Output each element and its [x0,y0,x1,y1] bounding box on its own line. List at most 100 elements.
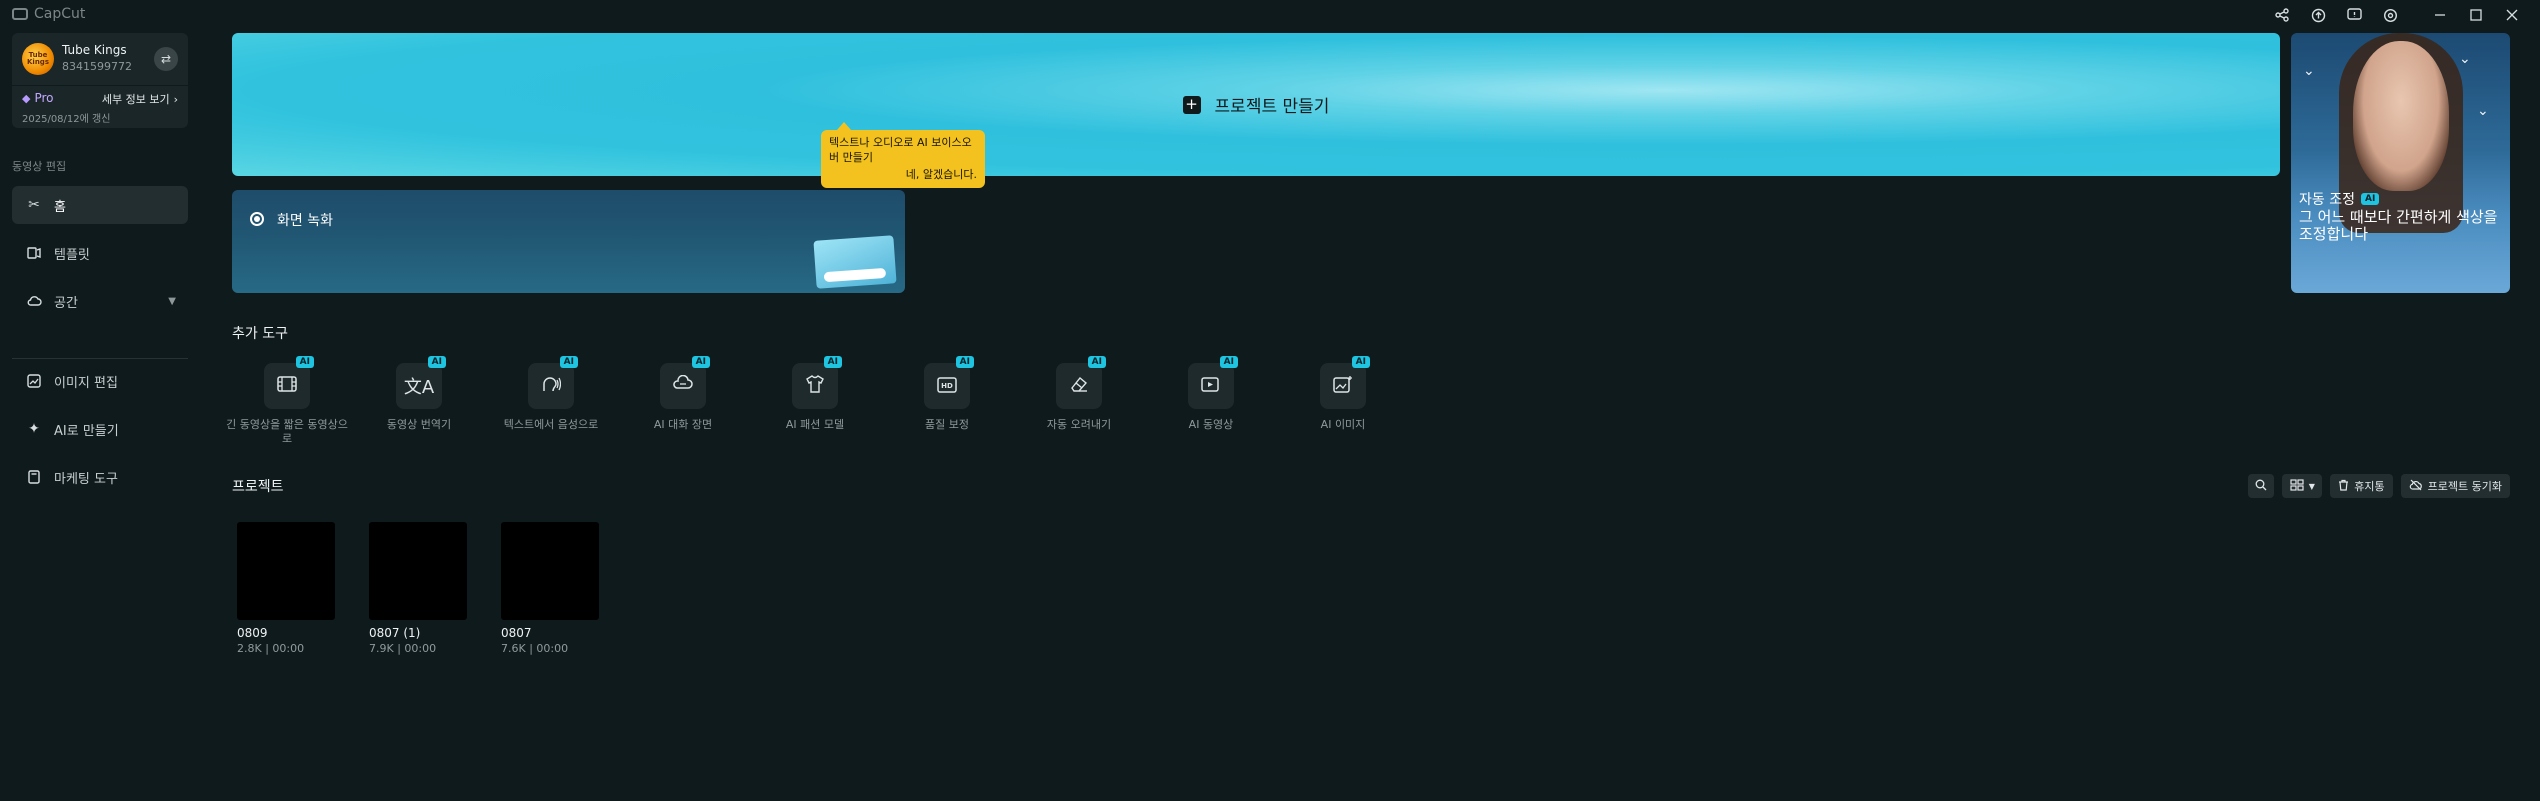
project-thumbnail[interactable] [237,522,335,620]
sidebar-item-templates[interactable]: 템플릿 [12,234,188,272]
sidebar-divider [12,358,188,359]
tool-icon-box[interactable]: AI [528,356,578,409]
plan-badge: ◆ Pro [22,91,54,105]
project-card[interactable]: 0807 7.6K | 00:00 [501,522,599,655]
record-icon [250,212,264,226]
ai-badge: AI [559,356,578,368]
feedback-icon[interactable] [2336,0,2372,30]
renew-date: 2025/08/12에 갱신 [22,114,111,125]
tool-ai-dialog-scene[interactable]: AI AI 대화 장면 [618,356,748,432]
tool-icon-box[interactable]: AI [1056,356,1106,409]
tool-text-to-speech[interactable]: AI 텍스트에서 음성으로 [486,356,616,432]
shirt-icon [805,374,825,398]
tool-label: 품질 보정 [925,418,969,431]
film-icon [277,374,297,398]
tool-icon-box[interactable]: AI 文A [396,356,446,409]
project-card[interactable]: 0809 2.8K | 00:00 [237,522,335,655]
settings-icon[interactable] [2372,0,2408,30]
project-meta: 7.6K | 00:00 [501,642,569,655]
project-meta: 2.8K | 00:00 [237,642,305,655]
tool-ai-image[interactable]: AI AI 이미지 [1278,356,1408,432]
tools-title: 추가 도구 [232,326,288,342]
tooltip-ok-button[interactable]: 네, 알겠습니다. [906,168,977,183]
chevron-down-icon[interactable]: ▼ [168,296,176,307]
scissors-icon: ✂ [28,197,40,213]
maximize-icon[interactable] [2458,0,2494,30]
avatar-text: Tube Kings [27,51,49,66]
project-thumbnail[interactable] [369,522,467,620]
view-toggle-button[interactable]: ▼ [2282,474,2323,498]
tool-auto-cutout[interactable]: AI 자동 오려내기 [1014,356,1144,432]
sync-projects-button[interactable]: 프로젝트 동기화 [2400,474,2510,498]
tool-icon-box[interactable]: AI [264,356,314,409]
tool-icon-box[interactable]: AI [1188,356,1238,409]
sidebar-item-ai-create[interactable]: ✦ AI로 만들기 [12,410,188,448]
plan-label: Pro [34,91,54,105]
tool-quality-enhance[interactable]: AI HD 품질 보정 [882,356,1012,432]
project-name: 0807 [501,626,532,640]
minimize-icon[interactable] [2422,0,2458,30]
tool-label: AI 패션 모델 [785,418,845,431]
tool-label: 동영상 번역기 [386,418,452,431]
sidebar-item-space[interactable]: 공간 ▼ [12,282,188,320]
video-play-icon [1201,374,1221,398]
tool-icon-box[interactable]: AI [660,356,710,409]
create-project-banner[interactable]: + 프로젝트 만들기 [232,33,2280,176]
upload-icon[interactable] [2300,0,2336,30]
record-illustration [813,235,897,289]
screen-record-banner[interactable]: 화면 녹화 [232,190,905,293]
sidebar-item-image-edit[interactable]: 이미지 편집 [12,362,188,400]
tool-label: 긴 동영상을 짧은 동영상으로 [226,418,348,446]
view-details-link[interactable]: 세부 정보 보기 › [102,91,178,107]
sidebar-item-home[interactable]: ✂ 홈 [12,186,188,224]
close-icon[interactable] [2494,0,2530,30]
chevron-down-icon: ▼ [2308,481,2315,491]
sidebar-item-marketing[interactable]: 마케팅 도구 [12,458,188,496]
tool-ai-video[interactable]: AI AI 동영상 [1146,356,1276,432]
app-logo: CapCut [12,6,85,22]
ai-badge: AI [691,356,710,368]
project-name: 0809 [237,626,268,640]
search-button[interactable] [2248,474,2275,498]
capcut-logo-icon [12,8,28,20]
tool-ai-fashion-model[interactable]: AI AI 패션 모델 [750,356,880,432]
tool-video-translator[interactable]: AI 文A 동영상 번역기 [354,356,484,432]
account-id: 8341599772 [62,60,132,73]
eraser-icon [1069,374,1089,398]
promo-card[interactable]: ⌄ ⌄ ⌄ 자동 조정 AI 그 어느 때보다 간편하게 색상을 조정합니다 [2291,33,2510,293]
tool-long-to-short[interactable]: AI 긴 동영상을 짧은 동영상으로 [222,356,352,447]
trash-icon [2338,479,2349,494]
bird-icon: ⌄ [2303,63,2315,79]
grid-view-icon [2290,478,2304,494]
tool-label: AI 이미지 [1320,418,1366,431]
project-thumbnail[interactable] [501,522,599,620]
project-name: 0807 (1) [369,626,421,640]
sidebar-item-label: AI로 만들기 [54,423,119,439]
sidebar-item-label: 공간 [54,295,78,311]
tool-label: 자동 오려내기 [1046,418,1112,431]
chevron-right-icon: › [173,92,178,106]
ai-badge: AI [823,356,842,368]
project-card[interactable]: 0807 (1) 7.9K | 00:00 [369,522,467,655]
account-card[interactable]: Tube Kings Tube Kings 8341599772 ⇄ ◆ Pro… [12,33,188,128]
promo-text: 그 어느 때보다 간편하게 색상을 조정합니다 [2299,208,2498,244]
ai-badge: AI [955,356,974,368]
translate-icon: 文A [403,377,435,398]
bird-icon: ⌄ [2477,103,2489,119]
bird-icon: ⌄ [2459,51,2471,67]
share-icon[interactable] [2264,0,2300,30]
section-label: 동영상 편집 [12,160,67,173]
trash-button[interactable]: 휴지통 [2330,474,2393,498]
create-project-label: 프로젝트 만들기 [1214,97,1330,117]
app-title: CapCut [34,6,86,22]
avatar[interactable]: Tube Kings [22,43,54,75]
view-details-label: 세부 정보 보기 [101,93,170,106]
project-meta: 7.9K | 00:00 [369,642,437,655]
image-sparkle-icon [1333,374,1353,398]
tool-icon-box[interactable]: AI [1320,356,1370,409]
template-icon [26,245,42,261]
switch-account-button[interactable]: ⇄ [154,47,178,71]
tool-icon-box[interactable]: AI [792,356,842,409]
hd-icon: HD [937,374,957,398]
tool-icon-box[interactable]: AI HD [924,356,974,409]
